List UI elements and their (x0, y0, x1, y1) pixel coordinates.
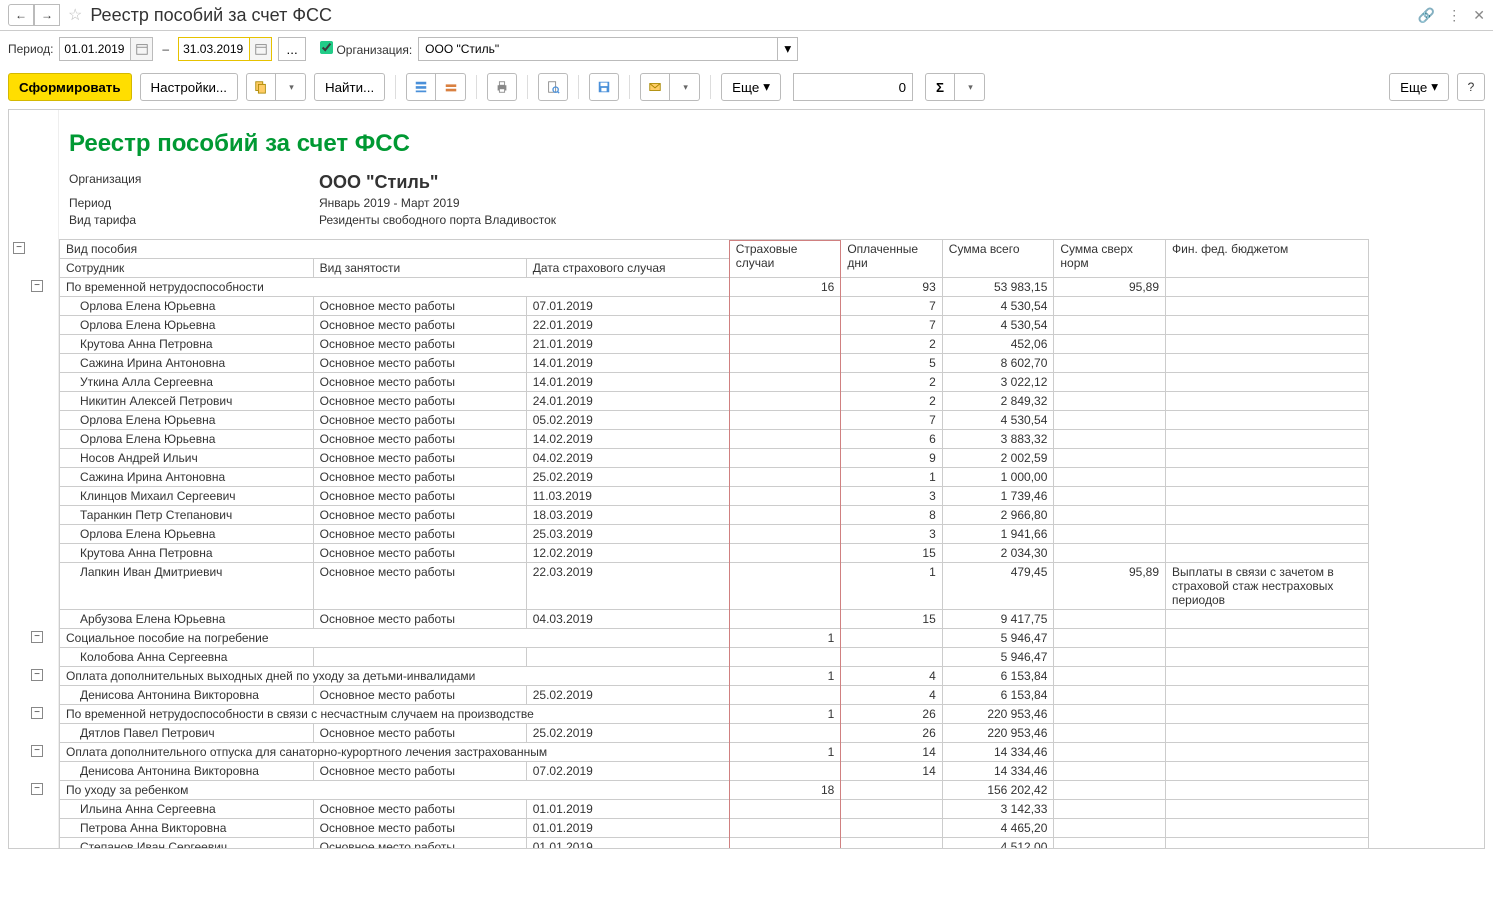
table-row[interactable]: Ильина Анна СергеевнаОсновное место рабо… (60, 800, 1369, 819)
right-more-button[interactable]: Еще▾ (1389, 73, 1449, 101)
email-dropdown[interactable] (670, 73, 700, 101)
tree-collapse-group[interactable]: − (31, 669, 43, 681)
org-checkbox[interactable] (320, 41, 333, 54)
tree-collapse-group[interactable]: − (31, 707, 43, 719)
col-paid-days: Оплаченные дни (841, 240, 942, 278)
more-button[interactable]: Еще▾ (721, 73, 781, 101)
expand-all-button[interactable] (406, 73, 436, 101)
report-table: Вид пособия Страховые случаи Оплаченные … (59, 239, 1369, 848)
meta-period-value: Январь 2019 - Март 2019 (319, 196, 1484, 210)
table-row[interactable]: Дятлов Павел ПетровичОсновное место рабо… (60, 724, 1369, 743)
col-employee: Сотрудник (60, 259, 314, 278)
tree-collapse-group[interactable]: − (31, 631, 43, 643)
table-row[interactable]: Сажина Ирина АнтоновнаОсновное место раб… (60, 468, 1369, 487)
table-row[interactable]: Носов Андрей ИльичОсновное место работы0… (60, 449, 1369, 468)
help-button[interactable]: ? (1457, 73, 1485, 101)
favorite-star-icon[interactable]: ☆ (68, 5, 82, 25)
table-row[interactable]: Орлова Елена ЮрьевнаОсновное место работ… (60, 316, 1369, 335)
meta-org-label: Организация (69, 172, 309, 193)
preview-button[interactable] (538, 73, 568, 101)
collapse-all-button[interactable] (436, 73, 466, 101)
table-row[interactable]: Денисова Антонина ВикторовнаОсновное мес… (60, 762, 1369, 781)
org-combo-dropdown[interactable]: ▾ (778, 37, 798, 61)
table-row[interactable]: Таранкин Петр СтепановичОсновное место р… (60, 506, 1369, 525)
settings-button[interactable]: Настройки... (140, 73, 238, 101)
col-over-norm: Сумма сверх норм (1054, 240, 1166, 278)
meta-org-value: ООО "Стиль" (319, 172, 1484, 193)
table-row[interactable]: Клинцов Михаил СергеевичОсновное место р… (60, 487, 1369, 506)
col-employment: Вид занятости (313, 259, 526, 278)
sigma-button[interactable]: Σ (925, 73, 955, 101)
menu-dots-icon[interactable]: ⋮ (1447, 7, 1461, 24)
table-row[interactable]: Лапкин Иван ДмитриевичОсновное место раб… (60, 563, 1369, 610)
meta-period-label: Период (69, 196, 309, 210)
table-row[interactable]: Орлова Елена ЮрьевнаОсновное место работ… (60, 297, 1369, 316)
group-row[interactable]: Оплата дополнительного отпуска для санат… (60, 743, 1369, 762)
date-from-calendar-button[interactable] (131, 37, 153, 61)
generate-button[interactable]: Сформировать (8, 73, 132, 101)
group-row[interactable]: По временной нетрудоспособности169353 98… (60, 278, 1369, 297)
date-to-input[interactable] (178, 37, 250, 61)
period-picker-button[interactable]: ... (278, 37, 306, 61)
save-button[interactable] (589, 73, 619, 101)
print-button[interactable] (487, 73, 517, 101)
report-title: Реестр пособий за счет ФСС (69, 130, 1484, 158)
link-icon[interactable]: 🔗 (1418, 7, 1435, 24)
nav-forward-button[interactable]: → (34, 4, 60, 26)
window-title: Реестр пособий за счет ФСС (90, 5, 1417, 26)
sum-input[interactable] (793, 73, 913, 101)
table-row[interactable]: Никитин Алексей ПетровичОсновное место р… (60, 392, 1369, 411)
date-range-dash: – (162, 42, 169, 56)
tree-collapse-group[interactable]: − (31, 783, 43, 795)
date-to-calendar-button[interactable] (250, 37, 272, 61)
col-event-date: Дата страхового случая (526, 259, 729, 278)
period-label: Период: (8, 42, 53, 56)
sigma-dropdown[interactable] (955, 73, 985, 101)
variants-button[interactable] (246, 73, 276, 101)
org-combo-input[interactable] (418, 37, 778, 61)
table-row[interactable]: Уткина Алла СергеевнаОсновное место рабо… (60, 373, 1369, 392)
col-cases: Страховые случаи (736, 242, 798, 270)
col-total: Сумма всего (942, 240, 1054, 278)
table-row[interactable]: Арбузова Елена ЮрьевнаОсновное место раб… (60, 610, 1369, 629)
table-row[interactable]: Крутова Анна ПетровнаОсновное место рабо… (60, 335, 1369, 354)
meta-tariff-label: Вид тарифа (69, 213, 309, 227)
table-row[interactable]: Степанов Иван СергеевичОсновное место ра… (60, 838, 1369, 849)
col-fed-budget: Фин. фед. бюджетом (1166, 240, 1369, 278)
group-row[interactable]: По уходу за ребенком18156 202,42 (60, 781, 1369, 800)
find-button[interactable]: Найти... (314, 73, 385, 101)
group-row[interactable]: Социальное пособие на погребение15 946,4… (60, 629, 1369, 648)
email-button[interactable] (640, 73, 670, 101)
tree-collapse-root[interactable]: − (13, 242, 25, 254)
tree-collapse-group[interactable]: − (31, 745, 43, 757)
group-row[interactable]: По временной нетрудоспособности в связи … (60, 705, 1369, 724)
nav-back-button[interactable]: ← (8, 4, 34, 26)
meta-tariff-value: Резиденты свободного порта Владивосток (319, 213, 1484, 227)
close-icon[interactable]: ✕ (1473, 7, 1485, 24)
table-row[interactable]: Петрова Анна ВикторовнаОсновное место ра… (60, 819, 1369, 838)
table-row[interactable]: Орлова Елена ЮрьевнаОсновное место работ… (60, 430, 1369, 449)
org-label: Организация: (336, 43, 412, 57)
table-row[interactable]: Денисова Антонина ВикторовнаОсновное мес… (60, 686, 1369, 705)
tree-collapse-group[interactable]: − (31, 280, 43, 292)
table-row[interactable]: Сажина Ирина АнтоновнаОсновное место раб… (60, 354, 1369, 373)
table-row[interactable]: Колобова Анна Сергеевна5 946,47 (60, 648, 1369, 667)
table-row[interactable]: Крутова Анна ПетровнаОсновное место рабо… (60, 544, 1369, 563)
col-benefit-type: Вид пособия (60, 240, 730, 259)
table-row[interactable]: Орлова Елена ЮрьевнаОсновное место работ… (60, 411, 1369, 430)
variants-dropdown[interactable] (276, 73, 306, 101)
table-row[interactable]: Орлова Елена ЮрьевнаОсновное место работ… (60, 525, 1369, 544)
date-from-input[interactable] (59, 37, 131, 61)
group-row[interactable]: Оплата дополнительных выходных дней по у… (60, 667, 1369, 686)
